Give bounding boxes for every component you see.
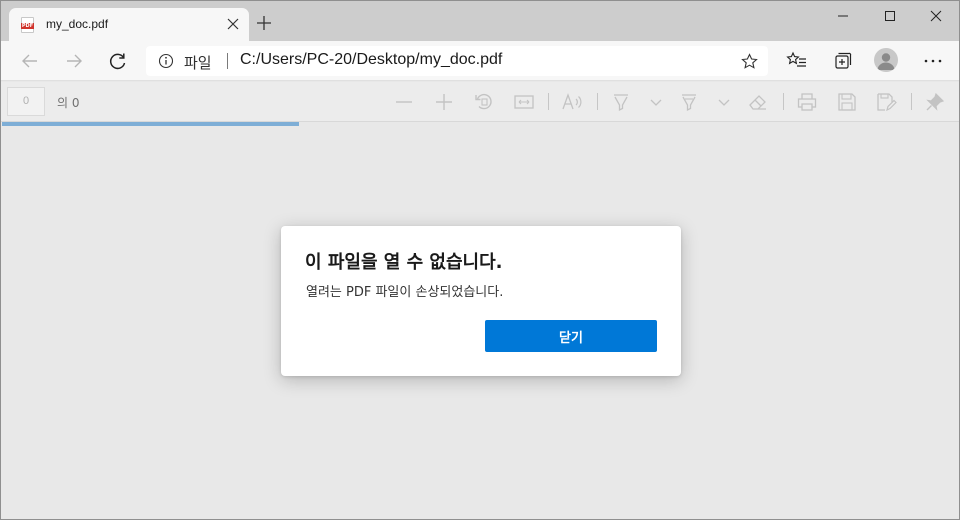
- tab-title: my_doc.pdf: [46, 17, 109, 31]
- minimize-button[interactable]: [820, 1, 866, 31]
- tab-close-icon[interactable]: [225, 16, 241, 32]
- address-divider: [227, 53, 228, 69]
- back-arrow-icon: [22, 54, 37, 68]
- draw-icon[interactable]: [610, 91, 632, 113]
- toolbar-divider: [548, 93, 549, 110]
- tab-strip: PDF my_doc.pdf: [1, 1, 959, 41]
- forward-arrow-icon: [67, 54, 82, 68]
- pdf-toolbar: 0 의 0: [1, 82, 959, 122]
- save-icon[interactable]: [836, 91, 858, 113]
- refresh-icon: [109, 53, 126, 70]
- dialog-title: 이 파일을 열 수 없습니다.: [305, 252, 503, 273]
- error-dialog: 이 파일을 열 수 없습니다. 열려는 PDF 파일이 손상되었습니다. 닫기: [281, 226, 681, 376]
- erase-icon[interactable]: [747, 91, 769, 113]
- zoom-in-icon[interactable]: [433, 91, 455, 113]
- address-bar[interactable]: 파일 C:/Users/PC-20/Desktop/my_doc.pdf: [146, 46, 768, 76]
- read-aloud-icon[interactable]: [561, 91, 583, 113]
- url-text[interactable]: C:/Users/PC-20/Desktop/my_doc.pdf: [240, 51, 502, 69]
- highlight-icon[interactable]: [678, 91, 700, 113]
- close-icon: [930, 10, 942, 22]
- highlight-options-chevron-icon[interactable]: [713, 91, 735, 113]
- profile-avatar[interactable]: [874, 48, 898, 72]
- zoom-out-icon[interactable]: [393, 91, 415, 113]
- maximize-button[interactable]: [867, 1, 913, 31]
- loading-progress-bar: [2, 122, 299, 126]
- save-as-icon[interactable]: [875, 91, 897, 113]
- more-options-icon[interactable]: [921, 49, 945, 73]
- new-tab-icon[interactable]: [255, 14, 273, 32]
- profile-person-icon: [877, 53, 895, 70]
- favorite-star-icon[interactable]: [741, 53, 758, 70]
- rotate-icon[interactable]: [473, 91, 495, 113]
- favorites-icon[interactable]: [785, 49, 809, 73]
- browser-window: PDF my_doc.pdf 파일 C:/Users/PC-20/Desktop…: [0, 0, 960, 520]
- pdf-file-icon: PDF: [21, 17, 34, 33]
- page-count-label: 의 0: [57, 96, 80, 110]
- dialog-message: 열려는 PDF 파일이 손상되었습니다.: [306, 285, 504, 300]
- close-dialog-button[interactable]: 닫기: [485, 320, 657, 352]
- maximize-icon: [885, 11, 895, 21]
- toolbar-divider: [597, 93, 598, 110]
- info-icon[interactable]: [158, 53, 174, 69]
- minimize-icon: [838, 15, 848, 17]
- print-icon[interactable]: [796, 91, 818, 113]
- site-info-label: 파일: [184, 54, 212, 72]
- forward-button[interactable]: [61, 49, 87, 73]
- collections-icon[interactable]: [830, 49, 854, 73]
- draw-options-chevron-icon[interactable]: [645, 91, 667, 113]
- fit-page-icon[interactable]: [513, 91, 535, 113]
- pin-icon[interactable]: [924, 91, 946, 113]
- toolbar-divider: [911, 93, 912, 110]
- refresh-button[interactable]: [105, 49, 131, 73]
- tab-my-doc[interactable]: PDF my_doc.pdf: [9, 8, 249, 41]
- toolbar-divider: [783, 93, 784, 110]
- navigation-bar: 파일 C:/Users/PC-20/Desktop/my_doc.pdf: [1, 41, 959, 81]
- page-number-input[interactable]: 0: [7, 87, 45, 116]
- back-button[interactable]: [17, 49, 43, 73]
- close-button[interactable]: [913, 1, 959, 31]
